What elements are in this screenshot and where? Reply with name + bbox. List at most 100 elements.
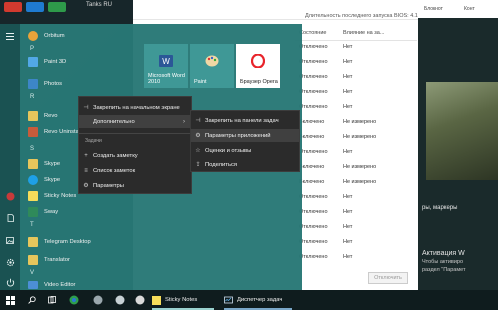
tile-opera[interactable]: Браузер Opera <box>236 44 280 88</box>
menu-item-app-settings[interactable]: ⚙ Параметры приложений <box>191 129 299 142</box>
disable-button[interactable]: Отключить <box>368 272 408 284</box>
row-state[interactable]: Отключено <box>299 254 328 260</box>
row-impact[interactable]: Не измерено <box>343 119 376 125</box>
app-sway[interactable]: Sway <box>22 204 58 220</box>
plus-icon: + <box>84 152 88 159</box>
menu-item-more[interactable]: Дополнительно › <box>79 115 191 128</box>
menu-item-pin-start[interactable]: ⊣ Закрепить на начальном экране <box>79 101 191 114</box>
row-state[interactable]: Включено <box>299 119 324 125</box>
palette-icon <box>205 55 219 69</box>
app-label: Skype <box>44 161 61 167</box>
task-view-button[interactable] <box>44 290 60 310</box>
app-telegram[interactable]: Telegram Desktop <box>22 234 91 250</box>
user-avatar-icon[interactable] <box>4 190 16 202</box>
column-header-impact[interactable]: Влияние на за... <box>343 30 384 36</box>
letter-header-r[interactable]: R <box>30 94 34 100</box>
windows-start-button[interactable] <box>0 290 20 310</box>
menu-item-label: Закрепить на начальном экране <box>93 104 180 111</box>
row-impact[interactable]: Нет <box>343 59 352 65</box>
row-impact[interactable]: Нет <box>343 194 352 200</box>
menu-item-label: Закрепить на панели задач <box>205 117 279 124</box>
menu-item-pin-taskbar[interactable]: ⊣ Закрепить на панели задач <box>191 114 299 127</box>
row-impact[interactable]: Не измерено <box>343 134 376 140</box>
task-manager-icon <box>224 296 233 303</box>
row-impact[interactable]: Нет <box>343 224 352 230</box>
row-state[interactable]: Отключено <box>299 239 328 245</box>
row-state[interactable]: Отключено <box>299 104 328 110</box>
taskbar-chrome[interactable] <box>66 290 82 310</box>
desktop-app-icon[interactable] <box>26 2 44 12</box>
row-state[interactable]: Отключено <box>299 224 328 230</box>
hamburger-icon[interactable] <box>4 30 16 42</box>
taskbar: Sticky Notes Диспетчер задач <box>0 290 498 310</box>
row-impact[interactable]: Нет <box>343 89 352 95</box>
app-orbitum[interactable]: Orbitum <box>22 28 65 44</box>
desktop-icon-label[interactable]: Tanks RU <box>86 2 112 8</box>
row-state[interactable]: Включено <box>299 179 324 185</box>
sway-icon <box>28 207 38 217</box>
row-state[interactable]: Отключено <box>299 149 328 155</box>
menu-item-notes-list[interactable]: ≡ Список заметок <box>79 164 191 177</box>
pin-icon: ⊣ <box>195 118 201 124</box>
menu-item-label: Параметры <box>93 182 124 189</box>
app-paint-3d[interactable]: Paint 3D <box>22 54 66 70</box>
taskbar-task-manager[interactable]: Диспетчер задач <box>224 290 292 310</box>
row-impact[interactable]: Нет <box>343 44 352 50</box>
row-impact[interactable]: Не измерено <box>343 179 376 185</box>
search-icon <box>28 296 36 304</box>
pictures-icon[interactable] <box>4 234 16 246</box>
letter-header-v[interactable]: V <box>30 270 34 276</box>
taskbar-app-2[interactable] <box>90 290 106 310</box>
app-label: Sticky Notes <box>44 193 77 199</box>
row-state[interactable]: Отключено <box>299 44 328 50</box>
contacts-label[interactable]: Конт <box>464 6 475 12</box>
app-translator[interactable]: Translator <box>22 252 70 268</box>
skype-icon <box>28 175 38 185</box>
row-impact[interactable]: Нет <box>343 254 352 260</box>
menu-item-rate-review[interactable]: ☆ Оценки и отзывы <box>191 144 299 157</box>
taskbar-sticky-notes[interactable]: Sticky Notes <box>152 290 214 310</box>
row-impact[interactable]: Нет <box>343 74 352 80</box>
desktop-app-icon[interactable] <box>48 2 66 12</box>
column-header-state[interactable]: Состояние <box>299 30 326 36</box>
taskbar-label: Диспетчер задач <box>237 297 283 303</box>
letter-header-p[interactable]: P <box>30 46 34 52</box>
row-state[interactable]: Включено <box>299 134 324 140</box>
search-button[interactable] <box>24 290 40 310</box>
tile-paint[interactable]: Paint <box>190 44 234 88</box>
app-revo[interactable]: Revo <box>22 108 58 124</box>
row-impact[interactable]: Нет <box>343 239 352 245</box>
taskbar-app-3[interactable] <box>112 290 128 310</box>
row-state[interactable]: Отключено <box>299 59 328 65</box>
app-video-editor[interactable]: Video Editor <box>22 280 75 290</box>
row-impact[interactable]: Не измерено <box>343 164 376 170</box>
app-sticky-notes[interactable]: Sticky Notes <box>22 188 76 204</box>
letter-header-s[interactable]: S <box>30 146 34 152</box>
app-photos[interactable]: Photos <box>22 76 62 92</box>
tile-label: Браузер Opera <box>240 79 278 85</box>
row-state[interactable]: Отключено <box>299 194 328 200</box>
menu-item-create-note[interactable]: + Создать заметку <box>79 149 191 162</box>
app-revo-uninstaller[interactable]: Revo Uninstal <box>22 124 80 140</box>
menu-item-settings[interactable]: ⚙ Параметры <box>79 179 191 192</box>
taskbar-app-4[interactable] <box>132 290 148 310</box>
row-impact[interactable]: Нет <box>343 104 352 110</box>
menu-item-share[interactable]: ⇪ Поделиться <box>191 158 299 171</box>
app-skype-folder[interactable]: Skype <box>22 156 60 172</box>
app-skype[interactable]: Skype <box>22 172 60 188</box>
row-impact[interactable]: Нет <box>343 149 352 155</box>
row-state[interactable]: Отключено <box>299 74 328 80</box>
tile-microsoft-word[interactable]: W Microsoft Word 2010 <box>144 44 188 88</box>
power-icon[interactable] <box>4 276 16 288</box>
letter-header-t[interactable]: T <box>30 222 34 228</box>
tile-label: Paint <box>194 79 207 85</box>
desktop-app-icon[interactable] <box>4 2 22 12</box>
gear-icon[interactable] <box>4 256 16 268</box>
row-state[interactable]: Включено <box>299 164 324 170</box>
notepad-label[interactable]: Блокнот <box>424 6 443 12</box>
documents-icon[interactable] <box>4 212 16 224</box>
menu-item-label: Оценки и отзывы <box>205 147 252 154</box>
row-impact[interactable]: Нет <box>343 209 352 215</box>
row-state[interactable]: Отключено <box>299 89 328 95</box>
row-state[interactable]: Отключено <box>299 209 328 215</box>
